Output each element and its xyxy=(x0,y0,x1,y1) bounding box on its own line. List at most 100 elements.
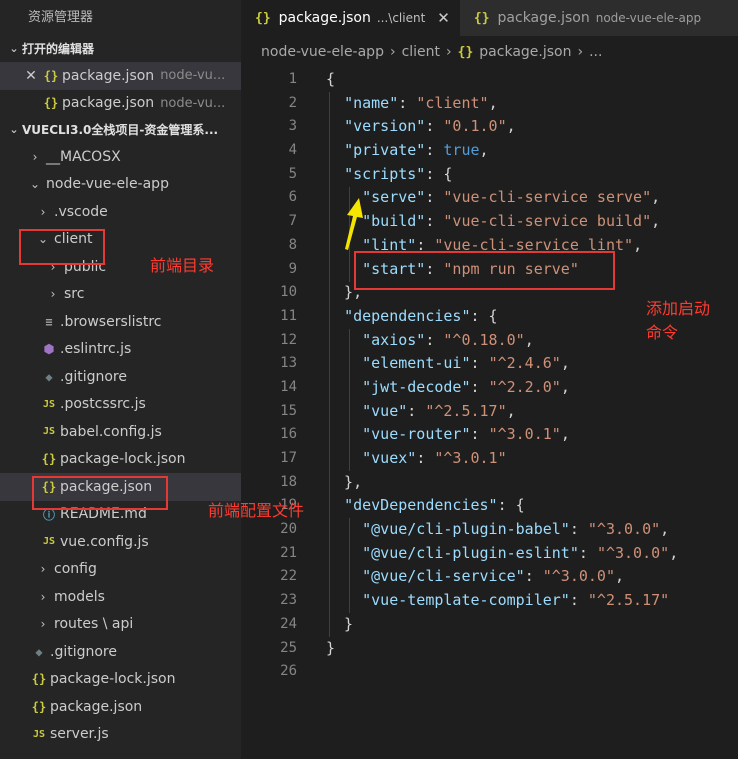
code-line[interactable]: "vuex": "^3.0.1" xyxy=(326,447,736,471)
code-line[interactable]: "jwt-decode": "^2.2.0", xyxy=(326,376,736,400)
code-token: "axios" xyxy=(362,330,426,349)
code-token: "vue-cli-service build" xyxy=(443,212,652,231)
breadcrumb-item[interactable]: ... xyxy=(589,44,602,60)
code-token: } xyxy=(326,614,354,633)
code-line[interactable]: "vue-router": "^3.0.1", xyxy=(326,423,736,447)
open-editors-label: 打开的编辑器 xyxy=(22,42,95,56)
tab-package-json-client[interactable]: {} package.json ...\client ✕ xyxy=(241,0,460,36)
highlight-box-start-script xyxy=(354,251,615,290)
line-number: 17 xyxy=(280,450,297,466)
code-line[interactable]: "element-ui": "^2.4.6", xyxy=(326,352,736,376)
line-number: 26 xyxy=(280,663,297,680)
line-number: 21 xyxy=(280,544,297,561)
breadcrumb-item[interactable]: node-vue-ele-app xyxy=(261,44,384,60)
chevron-down-icon: ⌄ xyxy=(9,123,19,136)
close-icon[interactable]: ✕ xyxy=(22,68,40,84)
tree-item-node-vue-ele-app[interactable]: ⌄ node-vue-ele-app xyxy=(0,171,241,199)
tree-item-models[interactable]: › models xyxy=(0,583,241,611)
tree-item-root-gitignore[interactable]: ◆ .gitignore xyxy=(0,638,241,666)
code-editor[interactable]: 1 2 3 4 5 6 7 8 9 10 11 12 13 14 15 16 17 18 19 20 21 22 23 24 2… xyxy=(241,68,738,759)
tab-package-json-root[interactable]: {} package.json node-vue-ele-app xyxy=(459,0,738,36)
code-token: , xyxy=(669,543,679,562)
code-token: , xyxy=(560,354,570,373)
code-line[interactable]: "vue": "^2.5.17", xyxy=(326,400,736,424)
tree-item-routes-api[interactable]: › routes \ api xyxy=(0,611,241,639)
git-icon: ◆ xyxy=(35,644,43,659)
chevron-right-icon: › xyxy=(40,617,46,632)
code-token: : xyxy=(416,449,435,467)
tree-item-postcssrc[interactable]: JS .postcssrc.js xyxy=(0,391,241,419)
code-token: : xyxy=(470,354,489,373)
code-token: "^3.0.0" xyxy=(542,567,615,586)
open-editor-item[interactable]: {} package.json node-vu... xyxy=(0,90,241,118)
open-editor-desc: node-vu... xyxy=(160,68,226,84)
line-number: 9 xyxy=(288,260,297,277)
json-icon: {} xyxy=(457,44,474,60)
code-token: : xyxy=(425,212,444,231)
code-token: : xyxy=(569,520,588,539)
tree-item-src[interactable]: › src xyxy=(0,281,241,309)
open-editors-header[interactable]: ⌄ 打开的编辑器 xyxy=(0,36,241,62)
tree-item-vscode[interactable]: › .vscode xyxy=(0,198,241,226)
chevron-right-icon: › xyxy=(50,287,56,302)
code-line[interactable]: { xyxy=(326,68,736,92)
line-number: 7 xyxy=(288,213,297,230)
open-editor-desc: node-vu... xyxy=(160,95,226,111)
line-number: 18 xyxy=(280,473,297,490)
code-line[interactable]: "@vue/cli-service": "^3.0.0", xyxy=(326,565,736,589)
tree-item-browserslistrc[interactable]: ≡ .browserslistrc xyxy=(0,308,241,336)
tree-item-babel-config[interactable]: JS babel.config.js xyxy=(0,418,241,446)
git-icon: ◆ xyxy=(45,369,53,384)
tree-item-config[interactable]: › config xyxy=(0,556,241,584)
tree-item-eslintrc[interactable]: ⬢ .eslintrc.js xyxy=(0,336,241,364)
code-line[interactable]: "scripts": { xyxy=(326,163,736,187)
code-line[interactable]: "devDependencies": { xyxy=(326,494,736,518)
code-token: : xyxy=(425,330,444,349)
code-token: , xyxy=(560,425,570,444)
code-line[interactable]: } xyxy=(326,613,736,637)
breadcrumb-item[interactable]: package.json xyxy=(479,44,571,60)
tree-item-vue-config[interactable]: JS vue.config.js xyxy=(0,528,241,556)
tree-item-package-lock[interactable]: {} package-lock.json xyxy=(0,446,241,474)
code-token: "@vue/cli-plugin-eslint" xyxy=(362,543,579,562)
line-number: 16 xyxy=(280,426,297,443)
chevron-right-icon: › xyxy=(40,562,46,577)
code-token: : xyxy=(425,188,444,207)
code-line[interactable]: "private": true, xyxy=(326,139,736,163)
annotation-add-start-line1: 添加启动 xyxy=(646,299,711,318)
code-line[interactable]: }, xyxy=(326,471,736,495)
tree-item-server-js[interactable]: JS server.js xyxy=(0,721,241,749)
code-line[interactable] xyxy=(326,660,736,684)
code-token: "@vue/cli-plugin-babel" xyxy=(362,520,570,539)
code-lines[interactable]: { "name": "client", "version": "0.1.0", … xyxy=(326,68,736,684)
tree-item-macosx[interactable]: › __MACOSX xyxy=(0,143,241,171)
code-line[interactable]: "@vue/cli-plugin-babel": "^3.0.0", xyxy=(326,518,736,542)
tree-item-root-package-json[interactable]: {} package.json xyxy=(0,693,241,721)
code-token: , xyxy=(506,117,516,136)
tree-item-root-package-lock[interactable]: {} package-lock.json xyxy=(0,666,241,694)
close-icon[interactable]: ✕ xyxy=(437,9,450,27)
code-line[interactable]: } xyxy=(326,637,736,661)
code-token: , xyxy=(651,212,661,231)
open-editor-item[interactable]: ✕ {} package.json node-vu... xyxy=(0,62,241,90)
code-line[interactable]: "name": "client", xyxy=(326,92,736,116)
code-token: : xyxy=(425,141,444,160)
code-token: , xyxy=(615,567,625,586)
breadcrumb-item[interactable]: client xyxy=(402,44,440,60)
code-line[interactable]: "serve": "vue-cli-service serve", xyxy=(326,186,736,210)
code-line[interactable]: "version": "0.1.0", xyxy=(326,115,736,139)
line-number: 23 xyxy=(280,592,297,609)
code-line[interactable]: "build": "vue-cli-service build", xyxy=(326,210,736,234)
code-line[interactable]: "@vue/cli-plugin-eslint": "^3.0.0", xyxy=(326,542,736,566)
tree-item-gitignore[interactable]: ◆ .gitignore xyxy=(0,363,241,391)
code-token: : xyxy=(569,591,588,610)
highlight-box-client xyxy=(19,229,105,265)
code-token: : xyxy=(398,93,417,112)
code-line[interactable]: "vue-template-compiler": "^2.5.17" xyxy=(326,589,736,613)
project-header[interactable]: ⌄ VUECLI3.0全栈项目-资金管理系... xyxy=(0,117,241,143)
project-label: VUECLI3.0全栈项目-资金管理系... xyxy=(22,123,219,137)
